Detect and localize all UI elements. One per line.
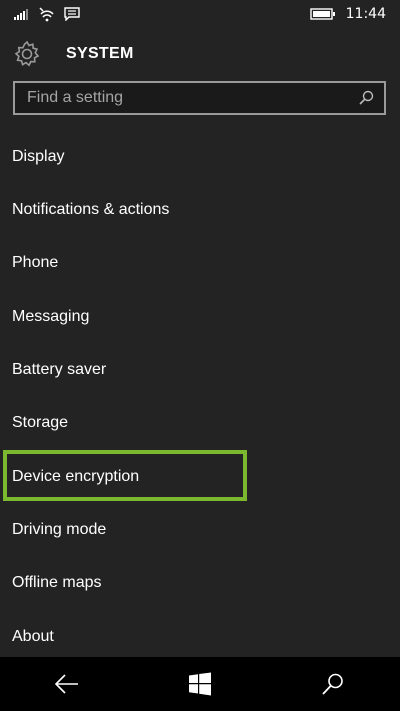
search-icon[interactable] [358, 90, 374, 106]
battery-icon [309, 8, 336, 20]
setting-item-offline-maps[interactable]: Offline maps [12, 563, 102, 603]
status-time: 11:44 [345, 6, 386, 22]
setting-item-device-encryption[interactable]: Device encryption [12, 457, 139, 497]
setting-item-label: Display [12, 148, 65, 165]
message-icon [64, 7, 80, 21]
setting-item-driving-mode[interactable]: Driving mode [12, 510, 106, 550]
status-bar: 11:44 [0, 0, 400, 28]
setting-item-label: Messaging [12, 308, 90, 325]
setting-item-label: Notifications & actions [12, 201, 170, 218]
setting-item-phone[interactable]: Phone [12, 243, 58, 283]
search-input[interactable] [27, 89, 358, 107]
setting-item-notifications[interactable]: Notifications & actions [12, 190, 169, 230]
setting-item-label: Device encryption [12, 468, 140, 485]
setting-item-storage[interactable]: Storage [12, 403, 68, 443]
page-header: SYSTEM [12, 38, 134, 70]
setting-item-about[interactable]: About [12, 617, 54, 657]
setting-item-messaging[interactable]: Messaging [12, 297, 89, 337]
nav-bar [0, 657, 400, 711]
setting-item-label: Storage [12, 414, 69, 431]
wifi-icon [38, 6, 56, 22]
setting-item-label: Driving mode [12, 521, 107, 538]
setting-item-display[interactable]: Display [12, 137, 64, 177]
search-icon[interactable] [303, 657, 363, 711]
setting-item-battery-saver[interactable]: Battery saver [12, 350, 106, 390]
back-arrow-icon[interactable] [37, 657, 97, 711]
search-box[interactable] [13, 81, 386, 115]
setting-item-label: About [12, 628, 54, 645]
setting-item-label: Phone [12, 254, 59, 271]
setting-item-label: Offline maps [12, 574, 102, 591]
gear-icon [12, 39, 42, 69]
signal-icon [14, 8, 30, 20]
windows-start-icon[interactable] [170, 657, 230, 711]
settings-screen: 11:44 SYSTEM Display Notifications & [0, 0, 400, 711]
page-title: SYSTEM [66, 45, 134, 62]
setting-item-label: Battery saver [12, 361, 107, 378]
